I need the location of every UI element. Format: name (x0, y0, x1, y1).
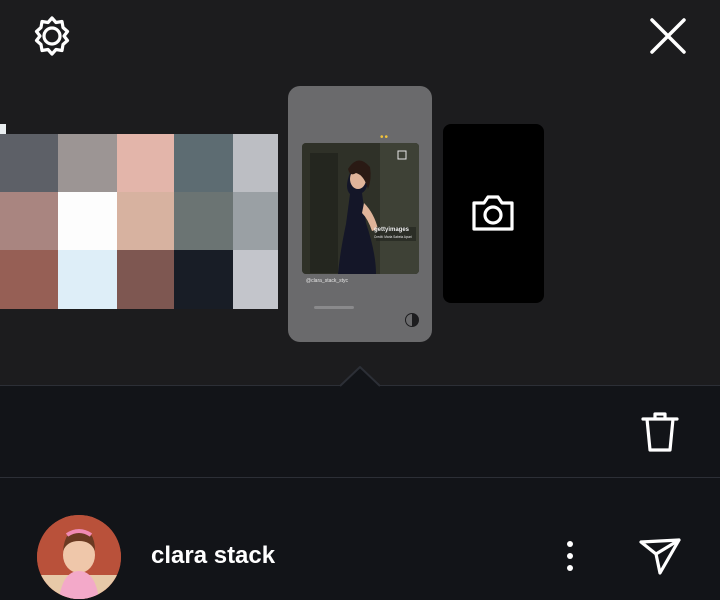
palette-swatch (0, 134, 58, 192)
viewer-name: clara stack (151, 542, 276, 569)
story-actions-bar (0, 385, 720, 478)
story-blurred-text (314, 306, 354, 309)
palette-story-card[interactable] (0, 134, 278, 309)
camera-card[interactable] (443, 124, 544, 303)
selected-story-card[interactable]: •• gettyimages Credit: Marla Sabela Apun… (288, 86, 432, 342)
more-options-button[interactable] (553, 538, 587, 574)
settings-button[interactable] (28, 12, 76, 60)
palette-swatch (0, 250, 58, 309)
close-icon (650, 18, 686, 54)
send-button[interactable] (636, 534, 684, 578)
photo-credit: Credit: Marla Sabela Apuni (374, 235, 412, 239)
close-button[interactable] (644, 12, 692, 60)
selected-pointer-icon (340, 366, 380, 387)
palette-swatch (58, 250, 117, 309)
palette-swatch (233, 134, 278, 192)
palette-swatch (174, 134, 233, 192)
photo-watermark: gettyimages (374, 227, 410, 233)
palette-swatch (174, 250, 233, 309)
gear-icon (34, 16, 70, 56)
palette-swatch (58, 134, 117, 192)
story-half-circle (405, 313, 419, 327)
story-handle: @clara_stack_styc (306, 278, 349, 284)
story-photo-figure (302, 143, 419, 274)
avatar[interactable] (37, 515, 121, 599)
palette-swatch (0, 192, 58, 250)
avatar-image (37, 515, 121, 599)
palette-swatch (233, 250, 278, 309)
palette-swatch (117, 134, 174, 192)
send-icon (639, 538, 681, 575)
more-vertical-icon (567, 541, 573, 571)
camera-icon (472, 195, 514, 231)
trash-icon (641, 412, 679, 452)
palette-swatch (174, 192, 233, 250)
story-photo: gettyimages Credit: Marla Sabela Apuni (302, 143, 419, 274)
story-dots: •• (380, 132, 390, 143)
palette-swatch (117, 192, 174, 250)
palette-swatch (233, 192, 278, 250)
palette-swatch (58, 192, 117, 250)
palette-swatch (117, 250, 174, 309)
delete-button[interactable] (636, 408, 684, 456)
